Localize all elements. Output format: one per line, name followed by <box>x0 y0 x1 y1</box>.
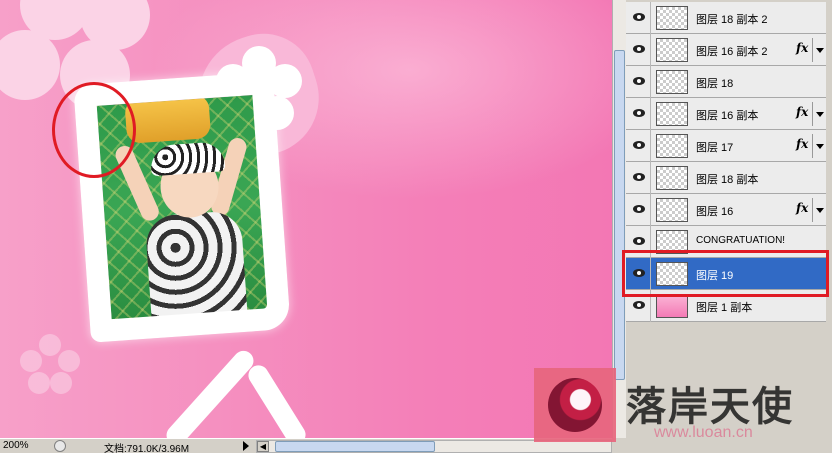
layer-name: 图层 18 副本 <box>696 174 759 186</box>
watermark-logo: 落岸天使 www.luoan.cn <box>534 368 832 453</box>
expand-effects-icon[interactable] <box>812 134 824 158</box>
white-brush-stroke <box>244 361 310 438</box>
document-size: 文档:791.0K/3.96M <box>104 444 190 453</box>
expand-effects-icon[interactable] <box>812 38 824 62</box>
layer-effects-icon[interactable]: fx <box>796 105 808 119</box>
layer-name: 图层 18 副本 2 <box>696 14 768 26</box>
layer-thumbnail <box>656 102 688 126</box>
status-menu-arrow-icon[interactable] <box>243 441 249 451</box>
visibility-eye-icon[interactable] <box>632 300 646 310</box>
layer-row[interactable]: 图层 17 fx <box>626 130 826 162</box>
layer-effects-icon[interactable]: fx <box>796 41 808 55</box>
small-flower-decoration <box>20 334 80 394</box>
document-canvas[interactable] <box>0 0 612 438</box>
layer-row[interactable]: 图层 18 <box>626 66 826 98</box>
scroll-thumb[interactable] <box>275 441 435 452</box>
layer-name: 图层 1 副本 <box>696 302 753 314</box>
red-highlight-circle <box>52 82 136 178</box>
layer-name: 图层 16 <box>696 206 734 218</box>
visibility-eye-icon[interactable] <box>632 204 646 214</box>
watermark-emblem <box>534 368 616 442</box>
red-highlight-rectangle <box>622 250 829 297</box>
visibility-eye-icon[interactable] <box>632 172 646 182</box>
layer-row[interactable]: 图层 18 副本 <box>626 162 826 194</box>
layer-effects-icon[interactable]: fx <box>796 201 808 215</box>
layer-name: CONGRATUATION! <box>696 235 786 246</box>
vertical-scroll-thumb[interactable] <box>614 50 625 380</box>
layer-row[interactable]: 图层 16 fx <box>626 194 826 226</box>
scroll-left-icon[interactable]: ◀ <box>257 441 269 452</box>
layer-thumbnail <box>656 198 688 222</box>
white-brush-stroke <box>162 346 258 438</box>
layer-thumbnail <box>656 294 688 318</box>
visibility-eye-icon[interactable] <box>632 44 646 54</box>
layer-thumbnail <box>656 6 688 30</box>
status-bar: 200% 文档:791.0K/3.96M ◀ <box>0 438 612 453</box>
layer-thumbnail <box>656 166 688 190</box>
layer-name: 图层 16 副本 <box>696 110 759 122</box>
layer-name: 图层 18 <box>696 78 734 90</box>
layer-thumbnail <box>656 134 688 158</box>
visibility-eye-icon[interactable] <box>632 236 646 246</box>
expand-effects-icon[interactable] <box>812 102 824 126</box>
layer-thumbnail <box>656 38 688 62</box>
layer-row[interactable]: 图层 16 副本 fx <box>626 98 826 130</box>
watermark-url: www.luoan.cn <box>654 424 753 441</box>
visibility-eye-icon[interactable] <box>632 108 646 118</box>
layer-thumbnail <box>656 70 688 94</box>
zoom-level[interactable]: 200% <box>3 440 29 451</box>
layer-row[interactable]: 图层 18 副本 2 <box>626 2 826 34</box>
visibility-eye-icon[interactable] <box>632 12 646 22</box>
expand-effects-icon[interactable] <box>812 198 824 222</box>
status-info-icon[interactable] <box>54 440 66 452</box>
layer-name: 图层 17 <box>696 142 734 154</box>
layer-name: 图层 16 副本 2 <box>696 46 768 58</box>
visibility-eye-icon[interactable] <box>632 140 646 150</box>
photoshop-window: 200% 文档:791.0K/3.96M ◀ 图层 18 副本 2 图层 16 … <box>0 0 832 453</box>
layer-effects-icon[interactable]: fx <box>796 137 808 151</box>
layer-row[interactable]: 图层 16 副本 2 fx <box>626 34 826 66</box>
visibility-eye-icon[interactable] <box>632 76 646 86</box>
